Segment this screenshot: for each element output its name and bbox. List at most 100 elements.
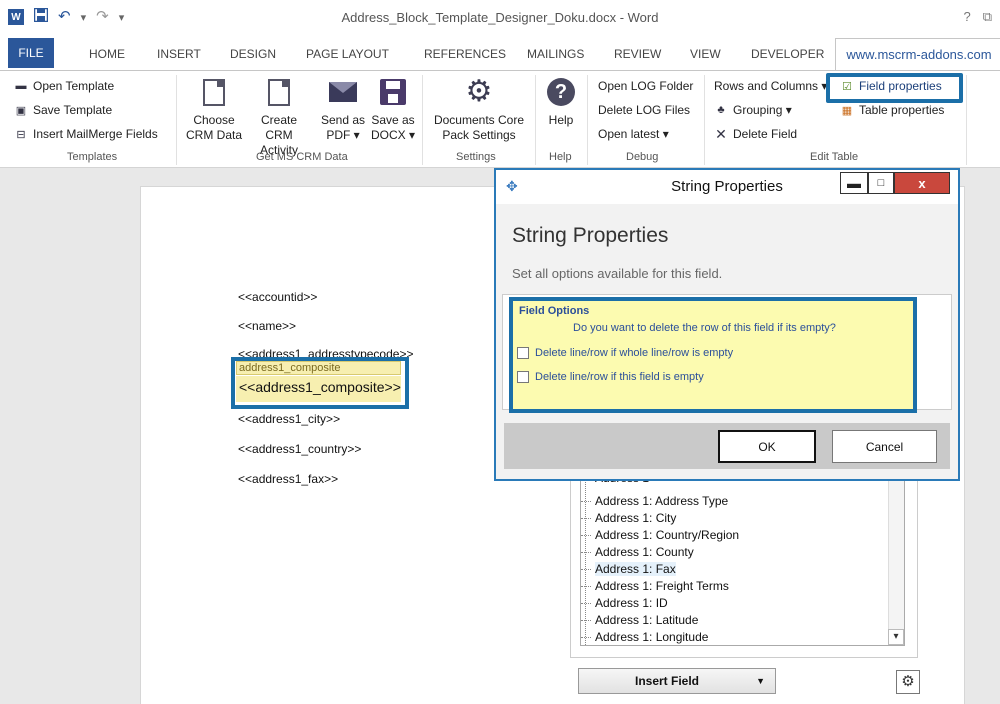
tree-item[interactable]: Address 1: County (581, 545, 694, 559)
send-label-1: Send as (320, 113, 366, 127)
tab-page-layout[interactable]: PAGE LAYOUT (306, 47, 389, 61)
mail-pdf-icon (328, 77, 358, 107)
saveas-label-1: Save as (371, 113, 415, 127)
floppy-icon (378, 77, 408, 107)
tree-item[interactable]: Address 1: Address Type (581, 494, 728, 508)
cancel-button[interactable]: Cancel (832, 430, 937, 463)
insert-field-dropdown-icon[interactable]: ▼ (756, 676, 765, 686)
help-label: Help (548, 113, 574, 127)
tree-item[interactable]: Address 1: City (581, 511, 676, 525)
group-label-help: Help (549, 151, 572, 163)
dialog-heading: String Properties (512, 224, 669, 247)
table-properties-button[interactable]: ▦ Table properties (840, 103, 945, 117)
close-icon[interactable]: x (894, 172, 950, 194)
minimize-icon[interactable]: ▬ (840, 172, 868, 194)
tab-design[interactable]: DESIGN (230, 47, 276, 61)
dialog-title-bar: ✥ String Properties ▬ □ x (496, 170, 958, 204)
help-button[interactable]: ? Help (540, 77, 582, 128)
send-as-pdf-button[interactable]: Send as PDF ▾ (318, 77, 368, 143)
group-separator (176, 75, 177, 165)
selected-field-highlight (231, 357, 409, 409)
document-field-accountid[interactable]: <<accountid>> (238, 290, 317, 304)
document-field-name[interactable]: <<name>> (238, 319, 296, 333)
tree-item-selected[interactable]: Address 1: Fax (581, 562, 676, 576)
field-properties-highlight (826, 73, 963, 103)
tab-review[interactable]: REVIEW (614, 47, 661, 61)
document-field-country[interactable]: <<address1_country>> (238, 442, 361, 456)
field-settings-gear-icon[interactable]: ⚙ (896, 670, 920, 694)
document-field-city[interactable]: <<address1_city>> (238, 412, 340, 426)
group-separator (704, 75, 705, 165)
ribbon-display-icon[interactable]: ⧉ (983, 9, 992, 25)
grouping-button[interactable]: ♣ Grouping ▾ (714, 103, 791, 117)
open-latest-button[interactable]: Open latest ▾ (598, 127, 669, 141)
document-field-fax[interactable]: <<address1_fax>> (238, 472, 338, 486)
save-as-docx-button[interactable]: Save as DOCX ▾ (368, 77, 418, 143)
insert-mailmerge-button[interactable]: ⊟ Insert MailMerge Fields (14, 127, 157, 141)
delete-log-files-button[interactable]: Delete LOG Files (598, 103, 690, 117)
folder-icon: ▬ (15, 80, 27, 92)
tree-item[interactable]: Address 1: Freight Terms (581, 579, 729, 593)
table-properties-label: Table properties (859, 103, 945, 117)
help-circle-icon: ? (546, 77, 576, 107)
field-tree[interactable]: Address 1 Address 1: Address Type Addres… (580, 476, 905, 646)
option-delete-if-field-empty[interactable]: Delete line/row if this field is empty (517, 371, 704, 383)
open-template-label: Open Template (33, 79, 115, 93)
choose-label-1: Choose (193, 113, 235, 127)
tab-mscrm-addons[interactable]: www.mscrm-addons.com (835, 38, 1000, 70)
insert-field-button[interactable]: Insert Field ▼ (578, 668, 776, 694)
save-template-button[interactable]: ▣ Save Template (14, 103, 112, 117)
open-template-button[interactable]: ▬ Open Template (14, 79, 115, 93)
tab-insert[interactable]: INSERT (157, 47, 201, 61)
documents-core-pack-settings-button[interactable]: ⚙ Documents Core Pack Settings (428, 77, 530, 143)
saveas-label-2: DOCX ▾ (370, 128, 416, 142)
dialog-subtitle: Set all options available for this field… (512, 266, 723, 281)
tab-references[interactable]: REFERENCES (424, 47, 506, 61)
title-bar: W ↶ ▾ ↷ ▾ Address_Block_Template_Designe… (0, 0, 1000, 38)
delete-field-label: Delete Field (733, 127, 798, 141)
tab-view[interactable]: VIEW (690, 47, 721, 61)
choose-crm-data-button[interactable]: Choose CRM Data (186, 77, 242, 143)
field-options-group: Field Options Do you want to delete the … (509, 297, 917, 413)
insert-field-label: Insert Field (635, 674, 700, 688)
grouping-icon: ♣ (717, 104, 725, 116)
mailmerge-icon: ⊟ (16, 128, 26, 141)
delete-field-button[interactable]: ✕ Delete Field (714, 126, 798, 142)
tree-item[interactable]: Address 1: Latitude (581, 613, 698, 627)
string-properties-dialog: ✥ String Properties ▬ □ x String Propert… (494, 168, 960, 481)
gear-icon: ⚙ (465, 75, 493, 108)
group-label-templates: Templates (67, 151, 118, 163)
crm-activity-icon (264, 77, 294, 107)
ribbon: ▬ Open Template ▣ Save Template ⊟ Insert… (0, 70, 1000, 168)
checkbox-field-empty[interactable] (517, 371, 529, 383)
ok-button[interactable]: OK (718, 430, 816, 463)
window-title: Address_Block_Template_Designer_Doku.doc… (341, 10, 659, 25)
tree-item[interactable]: Address 1: Country/Region (581, 528, 739, 542)
group-separator (587, 75, 588, 165)
option-2-label: Delete line/row if this field is empty (535, 371, 704, 383)
tab-home[interactable]: HOME (89, 47, 125, 61)
ribbon-tabs: FILE HOME INSERT DESIGN PAGE LAYOUT REFE… (0, 38, 1000, 70)
settings-label-2: Pack Settings (442, 128, 516, 142)
crm-document-icon (199, 77, 229, 107)
tree-item[interactable]: Address 1: Longitude (581, 630, 708, 644)
checkbox-line-empty[interactable] (517, 347, 529, 359)
maximize-icon[interactable]: □ (868, 172, 894, 194)
tree-item[interactable]: Address 1: ID (581, 596, 668, 610)
tab-developer[interactable]: DEVELOPER (751, 47, 824, 61)
tab-file[interactable]: FILE (8, 38, 54, 68)
help-icon[interactable]: ? (963, 9, 970, 25)
scroll-down-icon[interactable]: ▾ (888, 629, 904, 645)
save-template-icon: ▣ (15, 104, 27, 117)
group-label-crm: Get MS CRM Data (256, 151, 348, 163)
window-controls: ? ⧉ (963, 9, 992, 25)
field-options-title: Field Options (519, 305, 590, 317)
open-log-folder-button[interactable]: Open LOG Folder (598, 79, 693, 93)
choose-label-2: CRM Data (186, 128, 243, 142)
field-options-question: Do you want to delete the row of this fi… (573, 322, 836, 334)
option-delete-if-line-empty[interactable]: Delete line/row if whole line/row is emp… (517, 347, 733, 359)
create-crm-activity-button[interactable]: Create CRM Activity (246, 77, 312, 158)
rows-and-columns-button[interactable]: Rows and Columns ▾ (714, 79, 827, 93)
tab-mailings[interactable]: MAILINGS (527, 47, 584, 61)
tree-scrollbar[interactable]: ▾ (888, 477, 904, 645)
